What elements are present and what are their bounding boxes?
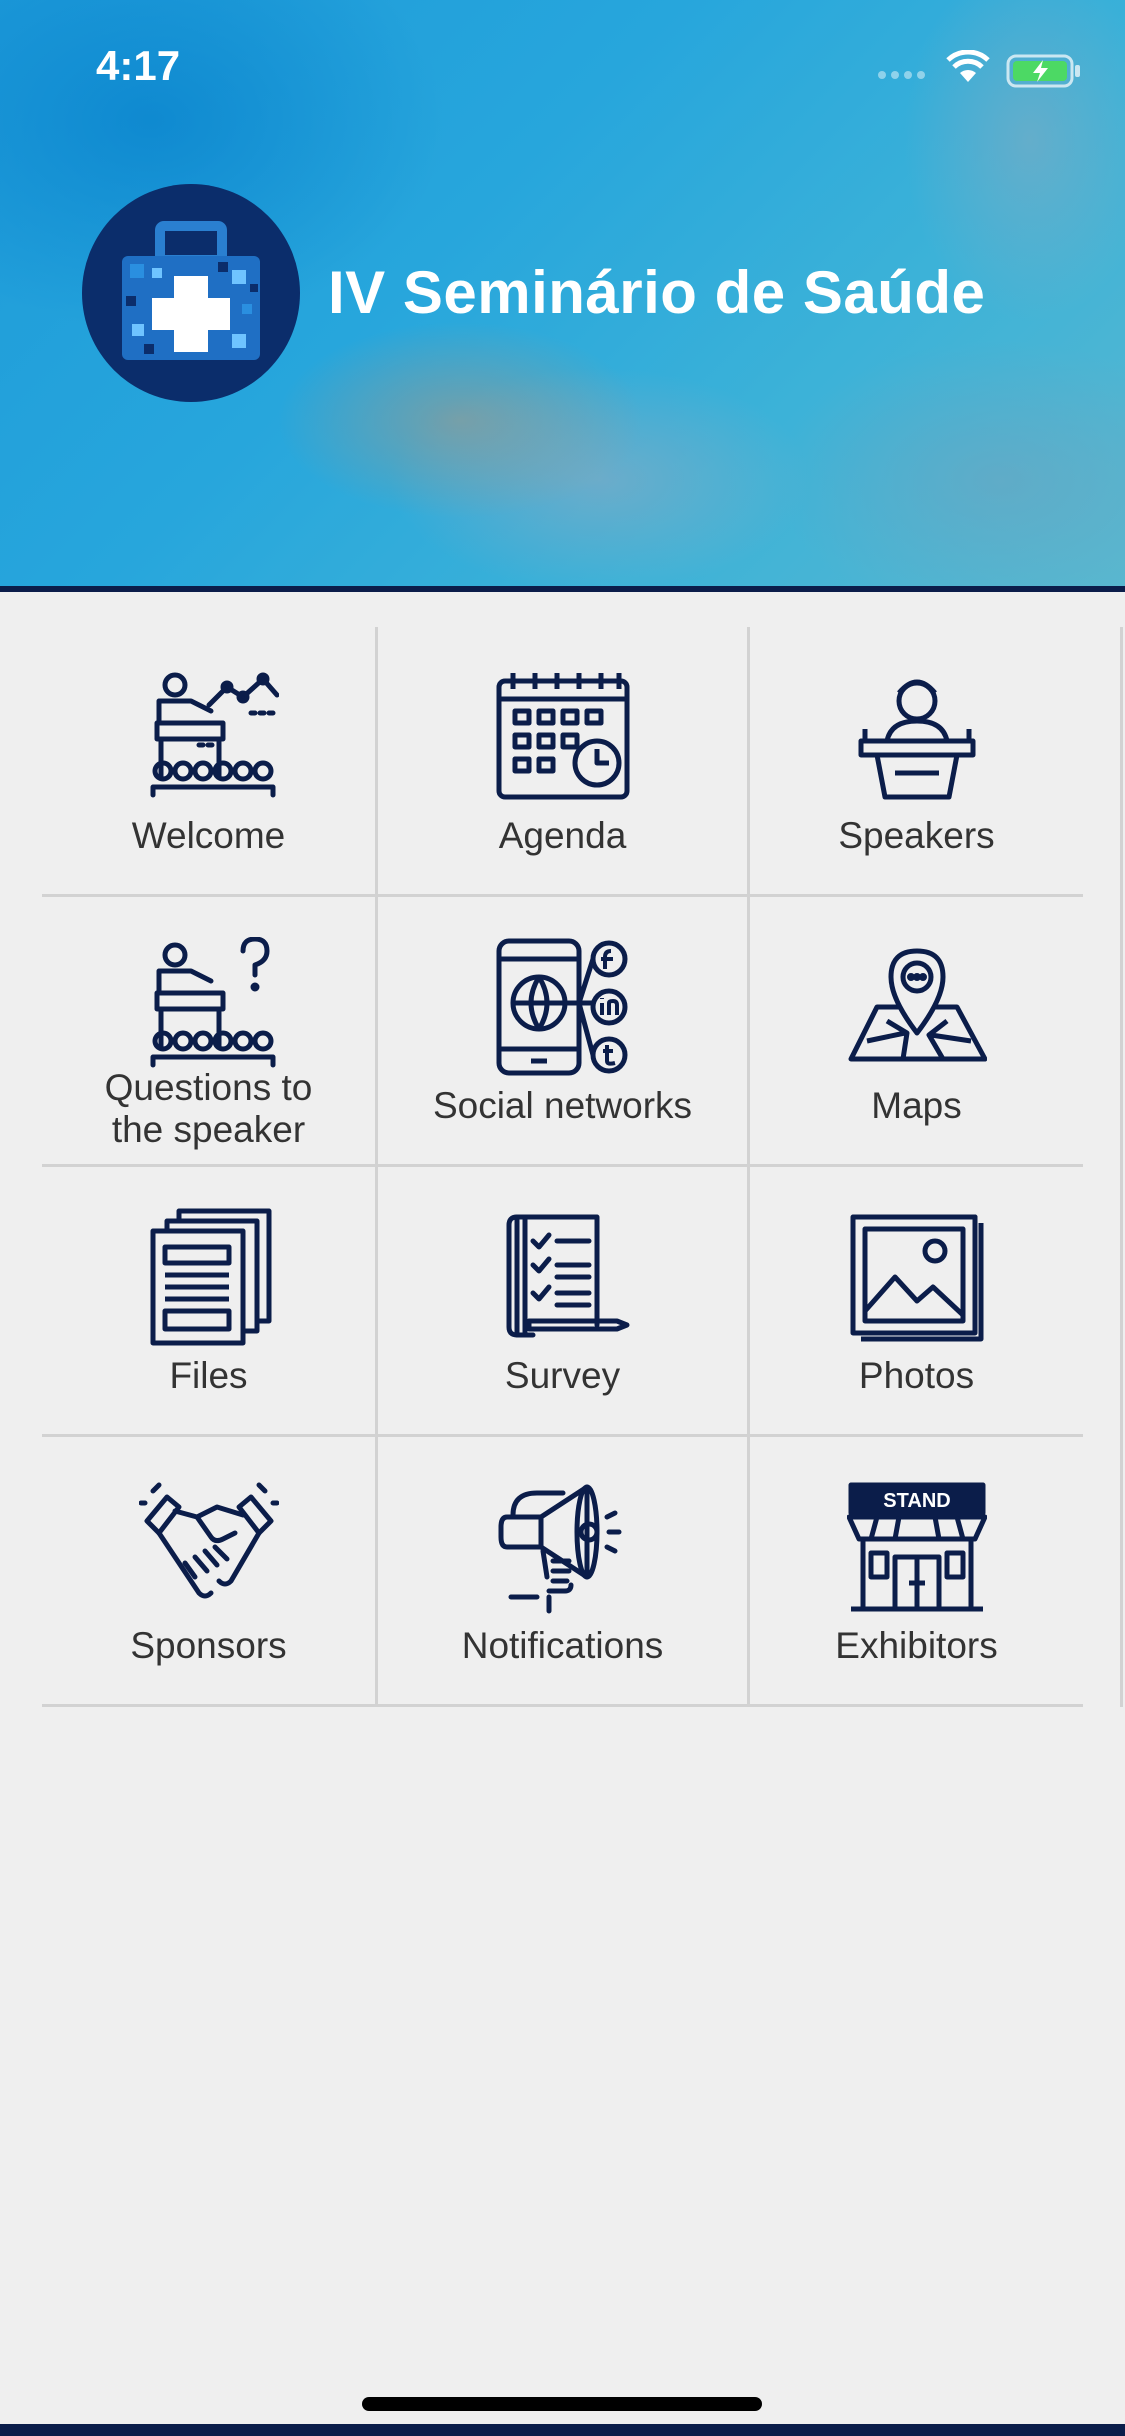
speaker-podium-icon <box>847 667 987 807</box>
menu-item-label: Agenda <box>498 815 627 856</box>
menu-item-label: Photos <box>858 1355 975 1396</box>
menu-item-welcome[interactable]: Welcome <box>42 627 375 897</box>
wifi-icon <box>946 50 990 82</box>
home-indicator[interactable] <box>362 2397 762 2411</box>
status-bar: 4:17 <box>0 40 1125 100</box>
megaphone-icon <box>493 1477 633 1617</box>
menu-item-survey[interactable]: Survey <box>375 1167 750 1437</box>
menu-item-label: Questions to the speaker <box>104 1067 313 1150</box>
menu-item-files[interactable]: Files <box>42 1167 375 1437</box>
menu-item-label: Files <box>169 1355 248 1396</box>
header-banner: 4:17 IV Seminário de Saúde <box>0 0 1125 586</box>
header-divider <box>0 586 1125 592</box>
menu-item-label: Survey <box>504 1355 621 1396</box>
menu-item-label: Welcome <box>131 815 286 856</box>
battery-icon <box>1006 54 1080 88</box>
question-audience-icon <box>139 936 279 1077</box>
menu-item-label: Maps <box>871 1085 962 1126</box>
grid-right-edge <box>1120 627 1123 1707</box>
menu-item-sponsors[interactable]: Sponsors <box>42 1437 375 1707</box>
menu-item-notifications[interactable]: Notifications <box>375 1437 750 1707</box>
menu-item-exhibitors[interactable]: STAND Exhibitors <box>750 1437 1083 1707</box>
menu-item-label: Speakers <box>838 815 995 856</box>
social-phone-icon <box>493 937 633 1077</box>
bottom-bar <box>0 2424 1125 2436</box>
menu-grid: Welcome Agenda Speakers Questions to the… <box>42 627 1083 1707</box>
files-icon <box>139 1207 279 1347</box>
menu-item-label: Sponsors <box>130 1625 287 1666</box>
menu-item-label: Notifications <box>461 1625 664 1666</box>
menu-item-social-networks[interactable]: Social networks <box>375 897 750 1167</box>
stand-sign-text: STAND <box>883 1490 950 1512</box>
menu-item-label: Social networks <box>432 1085 693 1126</box>
handshake-icon <box>138 1477 279 1617</box>
status-time: 4:17 <box>96 42 181 89</box>
calendar-icon <box>493 667 633 807</box>
photo-gallery-icon <box>847 1207 987 1347</box>
menu-item-label: Exhibitors <box>835 1625 998 1666</box>
event-title: IV Seminário de Saúde <box>328 259 986 326</box>
medical-kit-icon <box>122 221 260 360</box>
stand-storefront-icon: STAND <box>846 1477 987 1617</box>
menu-item-agenda[interactable]: Agenda <box>375 627 750 897</box>
map-pin-icon <box>847 937 987 1077</box>
survey-clipboard-icon <box>493 1207 633 1347</box>
menu-item-photos[interactable]: Photos <box>750 1167 1083 1437</box>
cellular-signal-icon <box>878 66 930 84</box>
presentation-icon <box>139 667 279 807</box>
menu-item-speakers[interactable]: Speakers <box>750 627 1083 897</box>
event-logo <box>82 184 300 402</box>
menu-item-maps[interactable]: Maps <box>750 897 1083 1167</box>
menu-item-questions[interactable]: Questions to the speaker <box>42 897 375 1167</box>
